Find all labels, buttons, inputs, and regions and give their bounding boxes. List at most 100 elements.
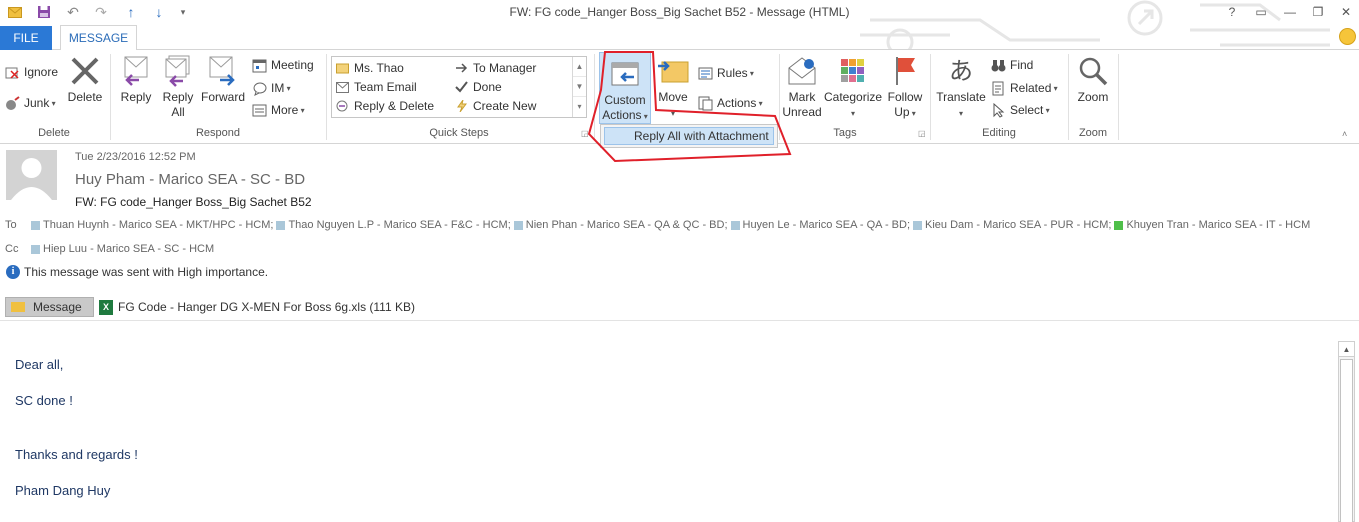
scroll-down-icon[interactable]: ▼	[573, 77, 586, 97]
find-button[interactable]: Find	[990, 55, 1033, 75]
move-button[interactable]: Move ▾	[654, 54, 692, 121]
quick-step-ms-thao[interactable]: Ms. Thao	[335, 59, 404, 77]
attachment-bar: Message X FG Code - Hanger DG X-MEN For …	[0, 296, 1359, 318]
info-icon: i	[6, 265, 20, 279]
junk-button[interactable]: Junk ▾	[4, 93, 56, 113]
forward-button[interactable]: Forward	[200, 54, 246, 105]
quick-step-done[interactable]: Done	[454, 78, 502, 96]
quick-step-create-new[interactable]: Create New	[454, 97, 536, 115]
expand-gallery-icon[interactable]: ▾	[573, 97, 586, 117]
group-label-respond: Respond	[195, 127, 241, 139]
smiley-feedback-icon[interactable]	[1339, 28, 1356, 45]
tab-message[interactable]: MESSAGE	[60, 25, 137, 51]
dialog-launcher-icon[interactable]: ◲	[918, 129, 926, 138]
custom-actions-dropdown: Reply All with Attachment	[600, 124, 778, 148]
to-label: To	[5, 219, 17, 231]
recipient[interactable]: Nien Phan - Marico SEA - QA & QC - BD;	[513, 219, 728, 231]
related-button[interactable]: Related ▾	[990, 78, 1058, 98]
divider	[594, 54, 595, 140]
ignore-icon	[4, 64, 20, 80]
cc-label: Cc	[5, 243, 19, 255]
message-subject: FW: FG code_Hanger Boss_Big Sachet B52	[75, 195, 312, 209]
select-button[interactable]: Select ▾	[990, 100, 1050, 120]
lightning-icon	[454, 99, 468, 113]
recipient[interactable]: Thao Nguyen L.P - Marico SEA - F&C - HCM…	[276, 219, 511, 231]
collapse-ribbon-icon[interactable]: ˄	[1342, 129, 1347, 139]
attachment-file[interactable]: X FG Code - Hanger DG X-MEN For Boss 6g.…	[99, 297, 415, 317]
scroll-up-icon[interactable]: ▲	[573, 57, 586, 77]
ribbon-tabs: FILE MESSAGE	[0, 24, 1359, 51]
message-sender[interactable]: Huy Pham - Marico SEA - SC - BD	[75, 171, 305, 188]
reply-all-with-attachment-item[interactable]: Reply All with Attachment	[604, 127, 774, 145]
translate-button[interactable]: あ Translate ▾	[934, 54, 988, 121]
presence-icon	[1114, 220, 1124, 230]
reply-button[interactable]: Reply	[117, 54, 155, 105]
quick-steps-scrollbar[interactable]: ▲ ▼ ▾	[572, 57, 586, 117]
message-tab[interactable]: Message	[5, 297, 94, 317]
mark-unread-button[interactable]: Mark Unread	[782, 54, 822, 120]
importance-notice: i This message was sent with High import…	[6, 265, 268, 279]
ribbon-display-options-button[interactable]: ▭	[1249, 2, 1273, 22]
reply-all-icon	[161, 54, 195, 88]
scroll-thumb[interactable]	[1340, 359, 1353, 522]
reply-icon	[119, 54, 153, 88]
minimize-button[interactable]: —	[1278, 2, 1302, 22]
scroll-up-icon[interactable]: ▲	[1339, 342, 1354, 357]
tab-file[interactable]: FILE	[0, 26, 52, 50]
categorize-button[interactable]: Categorize ▾	[824, 54, 882, 121]
presence-icon	[31, 244, 40, 254]
actions-icon	[697, 95, 713, 111]
more-icon	[251, 102, 267, 118]
quick-step-team-email[interactable]: Team Email	[335, 78, 417, 96]
divider	[779, 54, 780, 140]
move-folder-icon	[656, 54, 690, 88]
presence-icon	[31, 220, 40, 230]
dialog-launcher-icon[interactable]: ◲	[581, 129, 589, 138]
presence-icon	[913, 220, 923, 230]
body-line: Pham Dang Huy	[15, 483, 111, 498]
custom-actions-button[interactable]: Custom Actions ▾	[599, 52, 651, 124]
junk-icon	[4, 95, 20, 111]
reply-all-button[interactable]: Reply All	[158, 54, 198, 120]
zoom-button[interactable]: Zoom	[1072, 54, 1114, 105]
calendar-icon	[251, 57, 267, 73]
im-icon	[251, 80, 267, 96]
binoculars-icon	[990, 57, 1006, 73]
restore-button[interactable]: ❐	[1306, 2, 1330, 22]
quick-step-to-manager[interactable]: To Manager	[454, 59, 536, 77]
divider	[326, 54, 327, 140]
excel-file-icon: X	[99, 299, 113, 315]
close-button[interactable]: ✕	[1334, 2, 1358, 22]
recipient[interactable]: Hiep Luu - Marico SEA - SC - HCM	[31, 243, 214, 255]
group-label-zoom: Zoom	[1078, 127, 1108, 139]
rules-button[interactable]: Rules ▾	[697, 63, 754, 83]
categorize-icon	[836, 54, 870, 88]
recipient[interactable]: Khuyen Tran - Marico SEA - IT - HCM	[1114, 219, 1310, 231]
divider	[1068, 54, 1069, 140]
recipient[interactable]: Thuan Huynh - Marico SEA - MKT/HPC - HCM…	[31, 219, 273, 231]
meeting-button[interactable]: Meeting	[251, 55, 314, 75]
help-button[interactable]: ?	[1220, 2, 1244, 22]
recipient[interactable]: Huyen Le - Marico SEA - QA - BD;	[730, 219, 910, 231]
cc-recipients: Hiep Luu - Marico SEA - SC - HCM	[31, 243, 217, 255]
delete-button[interactable]: Delete	[64, 54, 106, 105]
to-recipients: Thuan Huynh - Marico SEA - MKT/HPC - HCM…	[31, 219, 1313, 231]
quick-steps-gallery: Ms. Thao Team Email Reply & Delete To Ma…	[331, 56, 587, 118]
follow-up-button[interactable]: Follow Up ▾	[884, 54, 926, 121]
more-respond-button[interactable]: More ▾	[251, 100, 305, 120]
email-icon	[335, 80, 349, 94]
recipient[interactable]: Kieu Dam - Marico SEA - PUR - HCM;	[913, 219, 1111, 231]
divider	[110, 54, 111, 140]
cursor-icon	[990, 102, 1006, 118]
presence-icon	[276, 220, 286, 230]
divider	[930, 54, 931, 140]
group-label-delete: Delete	[38, 127, 70, 139]
message-scrollbar[interactable]: ▲	[1338, 341, 1355, 522]
avatar	[6, 150, 57, 200]
checkmark-icon	[454, 80, 468, 94]
quick-step-reply-delete[interactable]: Reply & Delete	[335, 97, 434, 115]
presence-icon	[730, 220, 740, 230]
im-button[interactable]: IM ▾	[251, 78, 291, 98]
actions-button[interactable]: Actions ▾	[697, 93, 763, 113]
ignore-button[interactable]: Ignore	[4, 62, 58, 82]
